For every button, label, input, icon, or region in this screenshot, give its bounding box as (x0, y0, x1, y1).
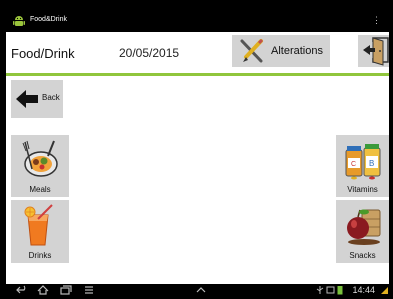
battery-icon (337, 286, 343, 295)
page-title: Food/Drink (11, 46, 75, 61)
snacks-icon (347, 209, 381, 245)
header-divider (6, 73, 389, 76)
back-label: Back (42, 93, 60, 102)
alterations-label: Alterations (271, 45, 323, 57)
exit-button[interactable] (358, 35, 389, 67)
snacks-tile[interactable]: Snacks (336, 200, 389, 263)
meals-tile[interactable]: Meals (11, 135, 69, 197)
vitamins-label: Vitamins (347, 185, 378, 194)
usb-icon (316, 286, 324, 294)
system-nav-bar: 14:44 (6, 284, 389, 296)
menu-nav-icon[interactable] (84, 285, 94, 295)
meals-icon (22, 140, 58, 177)
date-label: 20/05/2015 (119, 46, 180, 60)
android-icon (13, 16, 25, 26)
svg-text:B: B (369, 159, 374, 168)
vitamins-icon: B C (345, 144, 381, 180)
overflow-menu-icon[interactable]: ⋮ (372, 15, 381, 25)
snacks-label: Snacks (349, 251, 376, 260)
back-arrow-icon (16, 90, 38, 108)
screenshot-icon (326, 286, 335, 294)
drinks-tile[interactable]: Drinks (11, 200, 69, 263)
app-title: Food&Drink (30, 16, 67, 23)
alterations-button[interactable]: Alterations (232, 35, 330, 67)
vitamins-tile[interactable]: B C Vitamins (336, 135, 389, 197)
drinks-label: Drinks (28, 251, 52, 260)
screen: Food&Drink ⋮ Food/Drink 20/05/2015 Alter… (6, 10, 389, 296)
up-chevron-icon[interactable] (196, 285, 206, 295)
pencil-cross-icon (240, 38, 264, 63)
home-nav-icon[interactable] (37, 285, 49, 295)
svg-text:C: C (351, 161, 356, 168)
status-bar: Food&Drink ⋮ (6, 10, 389, 32)
meals-label: Meals (29, 185, 51, 194)
signal-icon (381, 287, 388, 294)
exit-door-icon (363, 37, 389, 66)
drinks-icon (24, 204, 53, 246)
clock: 14:44 (352, 285, 375, 295)
header-bar: Food/Drink 20/05/2015 Alterations (6, 32, 389, 74)
back-button[interactable]: Back (11, 80, 63, 118)
back-nav-icon[interactable] (16, 285, 28, 295)
device-frame: Food&Drink ⋮ Food/Drink 20/05/2015 Alter… (0, 0, 393, 299)
recents-nav-icon[interactable] (60, 285, 72, 295)
